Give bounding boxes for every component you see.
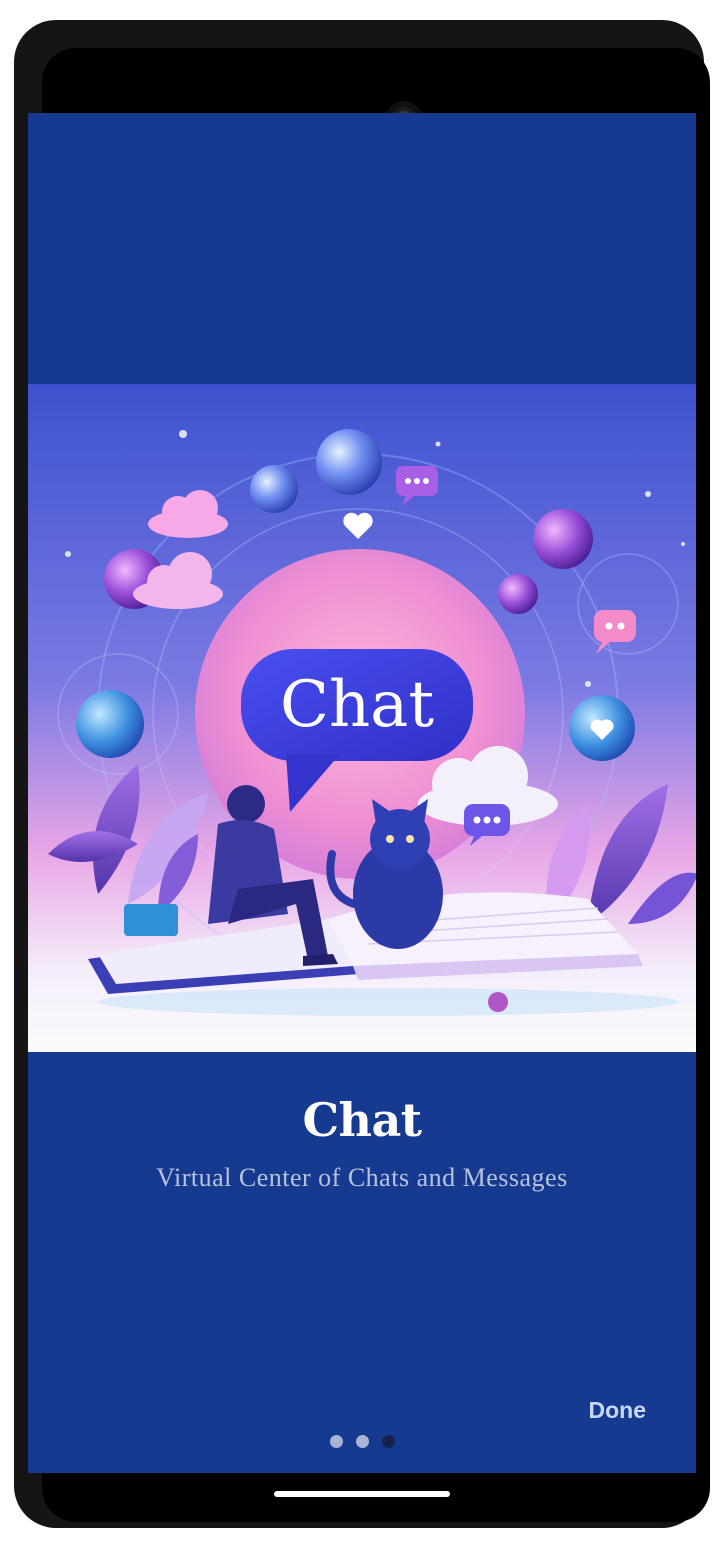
onboarding-title: Chat bbox=[302, 1093, 422, 1147]
hero-chat-text: Chat bbox=[280, 668, 434, 742]
page-dot-1[interactable] bbox=[329, 1435, 343, 1448]
page-indicator bbox=[28, 1435, 696, 1448]
planet-icon bbox=[498, 574, 538, 614]
done-button[interactable]: Done bbox=[589, 1397, 647, 1424]
page-dot-2[interactable] bbox=[355, 1435, 369, 1448]
home-indicator-bar[interactable] bbox=[274, 1491, 450, 1497]
page-dot-3-active[interactable] bbox=[381, 1435, 395, 1448]
planet-icon bbox=[533, 509, 593, 569]
hero-illustration: Chat bbox=[28, 384, 696, 1052]
planet-icon bbox=[250, 465, 298, 513]
planet-icon bbox=[76, 690, 144, 758]
plant-pot bbox=[124, 904, 178, 936]
onboarding-screen: Chat Chat Virtual Center of Chats and Me… bbox=[28, 113, 696, 1473]
globe-icon bbox=[316, 429, 382, 495]
onboarding-subtitle: Virtual Center of Chats and Messages bbox=[156, 1163, 568, 1192]
